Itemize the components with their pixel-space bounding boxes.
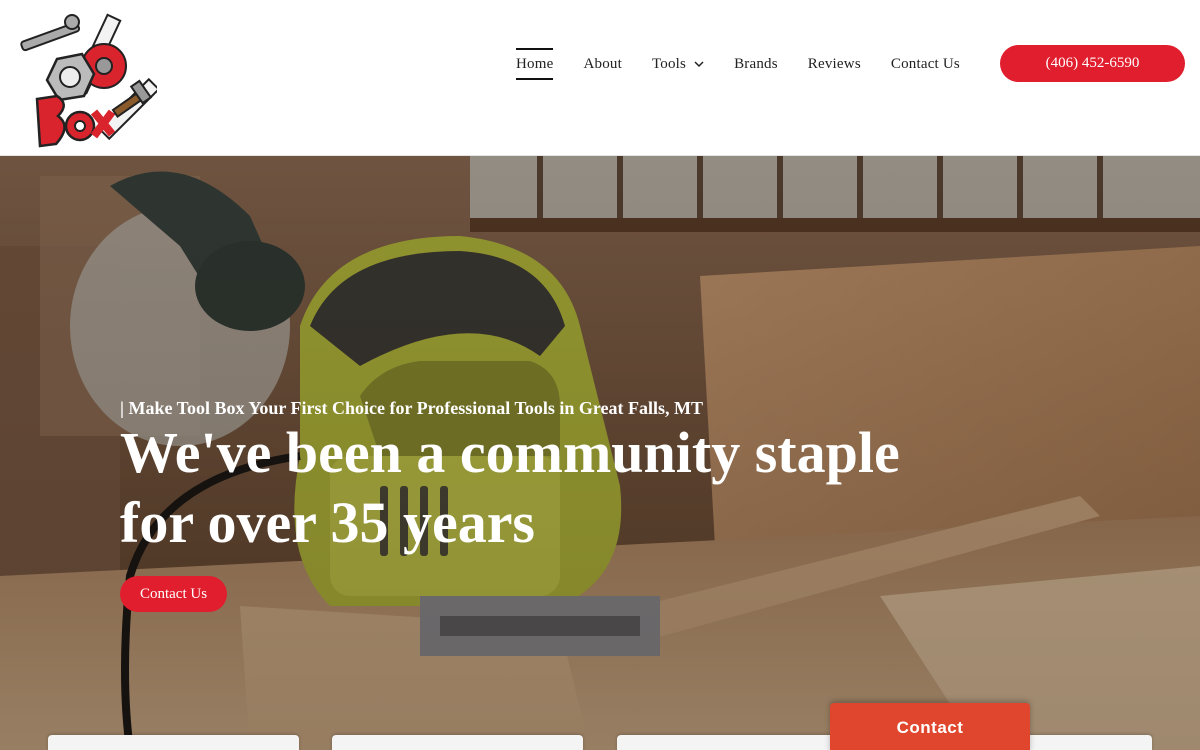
floating-contact-button[interactable]: Contact [830, 703, 1030, 750]
hero-section: | Make Tool Box Your First Choice for Pr… [0, 156, 1200, 750]
phone-button[interactable]: (406) 452-6590 [1000, 45, 1185, 82]
chevron-down-icon [694, 61, 704, 68]
hero-contact-button[interactable]: Contact Us [120, 576, 227, 612]
hero-tagline: | Make Tool Box Your First Choice for Pr… [120, 398, 703, 418]
nav-home-label: Home [516, 55, 554, 72]
nav-home[interactable]: Home [516, 48, 554, 80]
hero-headline: We've been a community staple for over 3… [120, 420, 900, 555]
nav-contact-us-label: Contact Us [890, 55, 960, 72]
nav-about[interactable]: About [583, 48, 622, 80]
tool-box-logo[interactable] [12, 4, 157, 154]
nav-brands[interactable]: Brands [734, 48, 778, 80]
feature-card[interactable] [332, 735, 583, 750]
main-nav: Home About Tools Brands Reviews Contact … [516, 48, 990, 80]
nav-tools[interactable]: Tools [652, 48, 704, 80]
nav-reviews-label: Reviews [807, 55, 861, 72]
site-header: Home About Tools Brands Reviews Contact … [0, 0, 1200, 156]
feature-card[interactable] [48, 735, 299, 750]
nav-brands-label: Brands [734, 55, 778, 72]
nav-tools-label: Tools [651, 55, 687, 72]
nav-contact-us[interactable]: Contact Us [891, 48, 960, 80]
nav-about-label: About [583, 55, 622, 72]
nav-reviews[interactable]: Reviews [808, 48, 861, 80]
